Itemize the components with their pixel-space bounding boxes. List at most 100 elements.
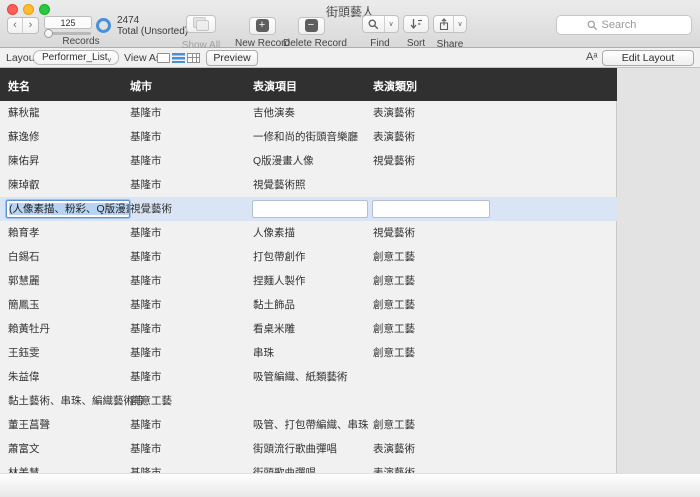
table-row[interactable]: 賴黃牡丹 基隆市 看桌米雕 創意工藝 [0, 317, 617, 341]
item-cell[interactable]: 街頭流行歌曲彈唱 [253, 437, 337, 461]
city-cell[interactable]: 基隆市 [130, 101, 162, 125]
city-cell[interactable]: 基隆市 [130, 173, 162, 197]
new-record-button[interactable]: + [249, 17, 276, 35]
list-view-icon[interactable] [172, 53, 185, 63]
edit-layout-button[interactable]: Edit Layout [602, 50, 694, 66]
city-cell[interactable]: 視覺藝術 [130, 197, 172, 221]
city-cell[interactable]: 基隆市 [130, 293, 162, 317]
item-cell[interactable]: 一修和尚的街頭音樂廳 [253, 125, 358, 149]
category-cell[interactable]: 表演藝術 [373, 461, 415, 473]
item-cell[interactable]: Q版漫畫人像 [253, 149, 314, 173]
share-button[interactable]: ∨ [433, 15, 467, 33]
item-cell[interactable]: 打包帶創作 [253, 245, 306, 269]
table-row[interactable]: 林美慧 基隆市 街頭歌曲彈唱 表演藝術 [0, 461, 617, 473]
share-dropdown-chevron-icon[interactable]: ∨ [453, 16, 466, 32]
category-cell[interactable]: 視覺藝術 [373, 149, 415, 173]
preview-button[interactable]: Preview [206, 50, 258, 66]
category-cell[interactable]: 創意工藝 [373, 341, 415, 365]
show-all-button[interactable] [186, 15, 216, 33]
name-cell[interactable]: 賴育孝 [8, 221, 40, 245]
city-cell[interactable]: 基隆市 [130, 461, 162, 473]
name-cell[interactable]: 蘇秋龍 [8, 101, 40, 125]
sort-button[interactable] [403, 15, 429, 33]
name-cell[interactable]: 王鈺雯 [8, 341, 40, 365]
name-cell[interactable]: 朱益偉 [8, 365, 40, 389]
city-cell[interactable]: 基隆市 [130, 245, 162, 269]
text-formatting-icon[interactable]: Aᵃ [586, 51, 597, 63]
table-row[interactable]: 蘇逸修 基隆市 一修和尚的街頭音樂廳表演藝術 [0, 125, 617, 149]
city-cell[interactable]: 基隆市 [130, 221, 162, 245]
name-cell[interactable]: 黏土藝術、串珠、編織藝術等 [8, 389, 145, 413]
category-cell[interactable]: 創意工藝 [373, 317, 415, 341]
item-field-empty[interactable] [252, 200, 368, 218]
city-cell[interactable]: 基隆市 [130, 413, 162, 437]
city-cell[interactable]: 基隆市 [130, 269, 162, 293]
city-cell[interactable]: 基隆市 [130, 365, 162, 389]
category-cell[interactable]: 創意工藝 [373, 293, 415, 317]
category-cell[interactable]: 表演藝術 [373, 125, 415, 149]
city-cell[interactable]: 基隆市 [130, 341, 162, 365]
item-cell[interactable]: 吉他演奏 [253, 101, 295, 125]
name-cell[interactable]: 林美慧 [8, 461, 40, 473]
table-row[interactable]: 陳佑昇 基隆市 Q版漫畫人像 視覺藝術 [0, 149, 617, 173]
item-cell[interactable]: 捏麵人製作 [253, 269, 306, 293]
category-cell[interactable]: 創意工藝 [373, 245, 415, 269]
search-icon [587, 20, 598, 31]
record-slider-thumb[interactable] [44, 29, 53, 38]
record-slider[interactable] [45, 32, 91, 35]
city-cell[interactable]: 基隆市 [130, 125, 162, 149]
item-cell[interactable]: 視覺藝術照 [253, 173, 306, 197]
item-cell[interactable]: 吸管、打包帶編織、串珠 [253, 413, 369, 437]
name-field-active[interactable]: (人像素描、粉彩、Q版漫畫) [6, 200, 130, 218]
category-cell[interactable]: 視覺藝術 [373, 221, 415, 245]
table-row[interactable]: 朱益偉 基隆市 吸管編織、紙類藝術 [0, 365, 617, 389]
table-row[interactable]: 簡鳳玉 基隆市 黏土飾品 創意工藝 [0, 293, 617, 317]
item-cell[interactable]: 看桌米雕 [253, 317, 295, 341]
name-cell[interactable]: 白錫石 [8, 245, 40, 269]
table-row[interactable]: 蕭富文 基隆市 街頭流行歌曲彈唱 表演藝術 [0, 437, 617, 461]
name-cell[interactable]: 蕭富文 [8, 437, 40, 461]
found-set-pie-icon[interactable] [96, 18, 111, 33]
table-row[interactable]: 白錫石 基隆市 打包帶創作 創意工藝 [0, 245, 617, 269]
category-cell[interactable]: 創意工藝 [373, 269, 415, 293]
name-cell[interactable]: 郭慧麗 [8, 269, 40, 293]
category-cell[interactable]: 表演藝術 [373, 437, 415, 461]
category-cell[interactable]: 創意工藝 [373, 413, 415, 437]
table-row-selected[interactable]: (人像素描、粉彩、Q版漫畫)視覺藝術 [0, 197, 617, 221]
previous-record-button[interactable]: ‹ [8, 18, 23, 33]
search-input[interactable] [602, 19, 662, 31]
table-row[interactable]: 王鈺雯 基隆市 串珠 創意工藝 [0, 341, 617, 365]
name-cell[interactable]: 簡鳳玉 [8, 293, 40, 317]
table-row[interactable]: 黏土藝術、串珠、編織藝術等創意工藝 [0, 389, 617, 413]
current-record-input[interactable] [44, 16, 92, 29]
find-button[interactable]: ∨ [362, 15, 399, 33]
table-view-icon[interactable] [187, 53, 200, 63]
content-area: 姓名 城市 表演項目 表演類別 蘇秋龍基隆市吉他演奏表演藝術蘇逸修基隆市一修和尚… [0, 68, 700, 497]
item-cell[interactable]: 黏土飾品 [253, 293, 295, 317]
name-cell[interactable]: 蘇逸修 [8, 125, 40, 149]
item-cell[interactable]: 吸管編織、紙類藝術 [253, 365, 348, 389]
city-cell[interactable]: 創意工藝 [130, 389, 172, 413]
table-row[interactable]: 蘇秋龍 基隆市 吉他演奏 表演藝術 [0, 101, 617, 125]
table-row[interactable]: 陳琸叡 基隆市 視覺藝術照 [0, 173, 617, 197]
city-cell[interactable]: 基隆市 [130, 149, 162, 173]
city-cell[interactable]: 基隆市 [130, 437, 162, 461]
table-row[interactable]: 賴育孝 基隆市 人像素描 視覺藝術 [0, 221, 617, 245]
item-cell[interactable]: 人像素描 [253, 221, 295, 245]
category-field-empty[interactable] [372, 200, 490, 218]
city-cell[interactable]: 基隆市 [130, 317, 162, 341]
name-cell[interactable]: 賴黃牡丹 [8, 317, 50, 341]
layout-selector-dropdown[interactable]: Performer_List ∨ [33, 50, 119, 65]
form-view-icon[interactable] [157, 53, 170, 63]
table-row[interactable]: 郭慧麗 基隆市 捏麵人製作 創意工藝 [0, 269, 617, 293]
name-cell[interactable]: 董王菖聲 [8, 413, 50, 437]
table-row[interactable]: 董王菖聲 基隆市 吸管、打包帶編織、串珠創意工藝 [0, 413, 617, 437]
item-cell[interactable]: 串珠 [253, 341, 274, 365]
name-cell[interactable]: 陳琸叡 [8, 173, 40, 197]
name-cell[interactable]: 陳佑昇 [8, 149, 40, 173]
next-record-button[interactable]: › [23, 18, 38, 33]
search-field[interactable] [556, 15, 692, 35]
category-cell[interactable]: 表演藝術 [373, 101, 415, 125]
delete-record-button[interactable]: − [298, 17, 325, 35]
item-cell[interactable]: 街頭歌曲彈唱 [253, 461, 316, 473]
